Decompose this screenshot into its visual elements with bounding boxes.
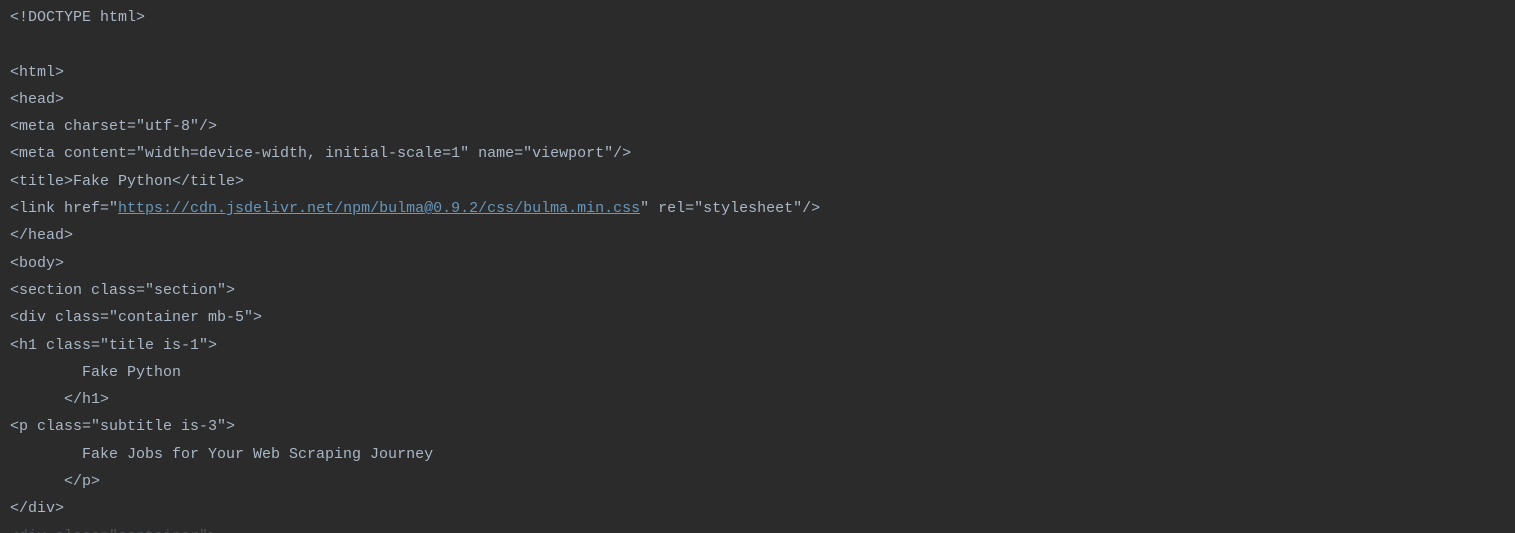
code-line-6: <title>Fake Python</title> [10, 168, 1505, 195]
url-link[interactable]: https://cdn.jsdelivr.net/npm/bulma@0.9.2… [118, 200, 640, 217]
code-line-2: <html> [10, 59, 1505, 86]
code-line-18: </div> [10, 495, 1505, 522]
code-text: <link href=" [10, 200, 118, 217]
code-line-4: <meta charset="utf-8"/> [10, 113, 1505, 140]
code-line-5: <meta content="width=device-width, initi… [10, 140, 1505, 167]
code-block[interactable]: <!DOCTYPE html> <html><head><meta charse… [0, 0, 1515, 533]
code-line-12: <h1 class="title is-1"> [10, 332, 1505, 359]
code-line-0: <!DOCTYPE html> [10, 4, 1505, 31]
code-line-9: <body> [10, 250, 1505, 277]
code-line-19: <div class="container"> [10, 523, 1505, 533]
code-line-10: <section class="section"> [10, 277, 1505, 304]
code-line-11: <div class="container mb-5"> [10, 304, 1505, 331]
code-line-15: <p class="subtitle is-3"> [10, 413, 1505, 440]
code-line-7: <link href="https://cdn.jsdelivr.net/npm… [10, 195, 1505, 222]
code-text: " rel="stylesheet"/> [640, 200, 820, 217]
code-line-13: Fake Python [10, 359, 1505, 386]
code-line-14: </h1> [10, 386, 1505, 413]
code-line-1 [10, 31, 1505, 58]
code-line-17: </p> [10, 468, 1505, 495]
code-line-8: </head> [10, 222, 1505, 249]
code-line-3: <head> [10, 86, 1505, 113]
code-line-16: Fake Jobs for Your Web Scraping Journey [10, 441, 1505, 468]
